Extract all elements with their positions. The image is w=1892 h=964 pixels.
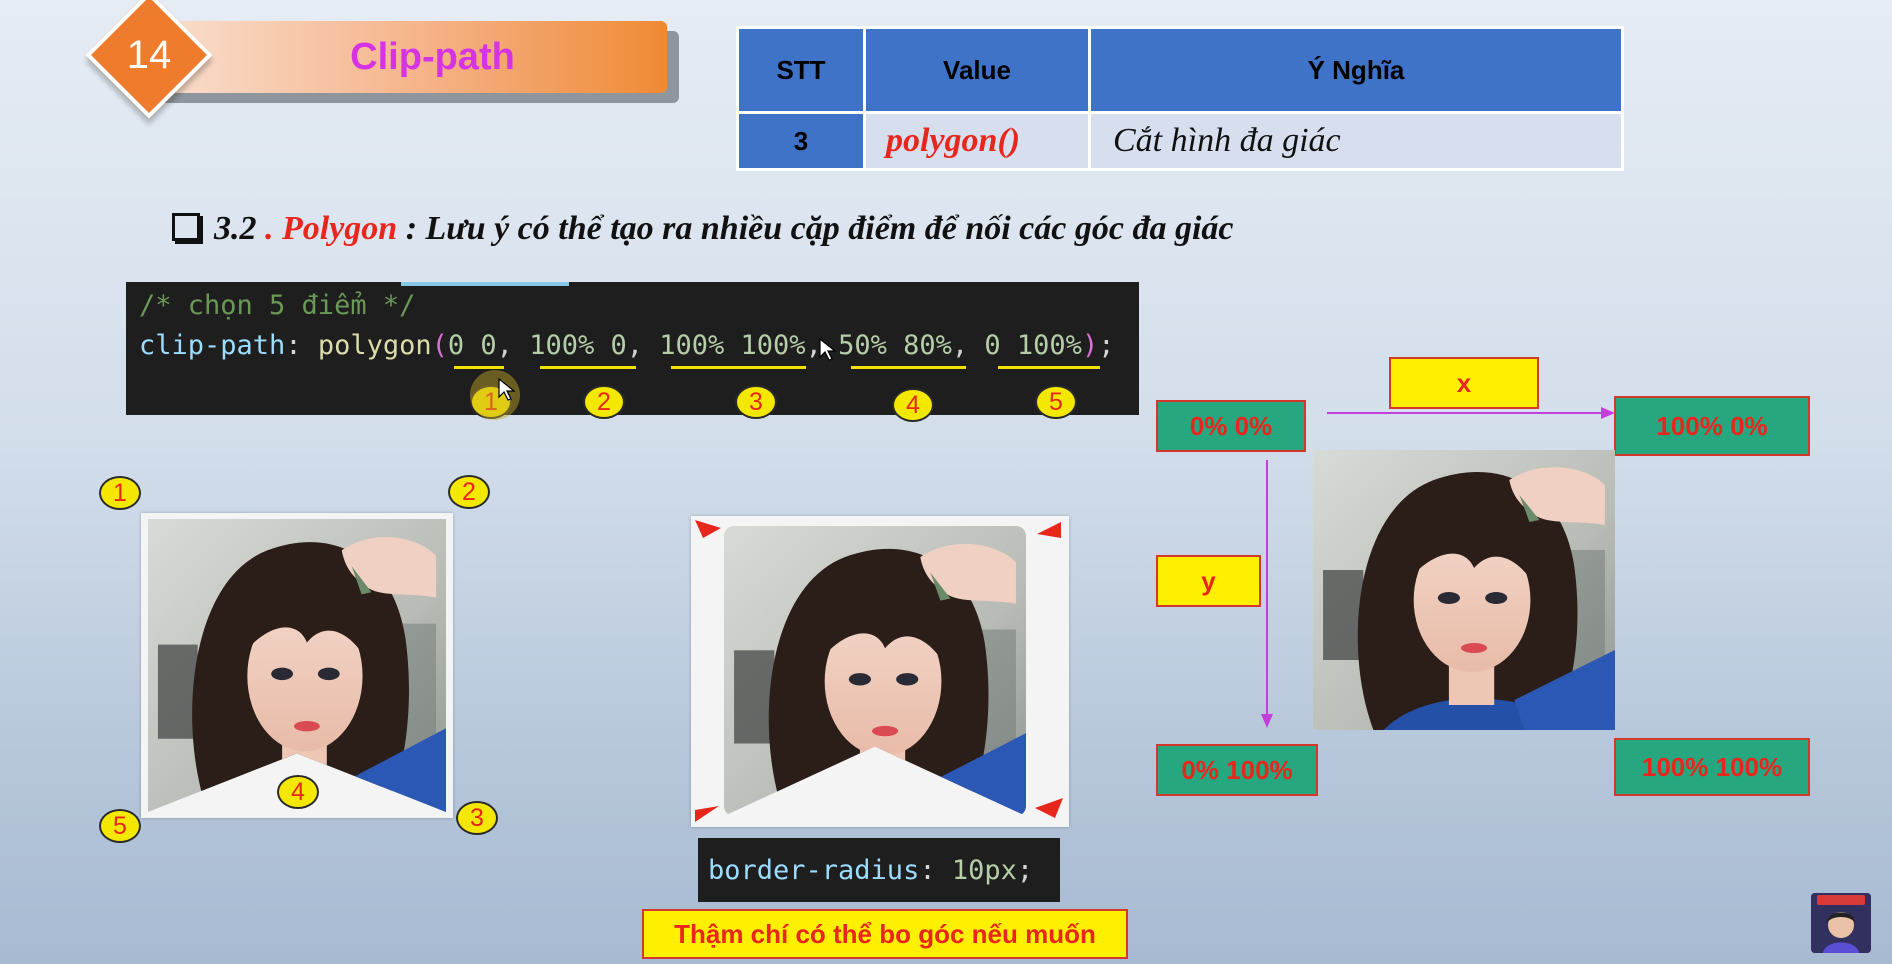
table-cell-stt: 3	[736, 111, 866, 171]
radius-value: 10px	[951, 854, 1017, 886]
code-point-1: 0 0	[447, 330, 497, 361]
table-cell-value: polygon()	[863, 111, 1091, 171]
table-cell-meaning: Cắt hình đa giác	[1088, 111, 1624, 171]
note-dot: .	[265, 210, 274, 247]
table-header-value: Value	[863, 26, 1091, 114]
x-axis-arrow-icon	[1327, 407, 1615, 419]
corner-arrow-top-right-icon	[1037, 522, 1061, 538]
radius-property: border-radius	[708, 854, 920, 886]
code-point-3: 100% 100%	[659, 330, 806, 361]
code-property: clip-path	[139, 330, 286, 361]
corner-label-3: 3	[456, 801, 498, 835]
code-label-3: 3	[735, 385, 777, 419]
border-radius-code: border-radius: 10px;	[698, 838, 1060, 902]
code-comment: /* chọn 5 điểm */	[139, 290, 416, 321]
rounded-corner-caption: Thậm chí có thể bo góc nếu muốn	[642, 909, 1128, 959]
underline-point-3	[671, 366, 806, 369]
code-label-4: 4	[892, 388, 934, 422]
code-label-5: 5	[1035, 385, 1077, 419]
reference-photo	[1313, 450, 1615, 730]
table-row: 3 polygon() Cắt hình đa giác	[736, 111, 1624, 171]
underline-point-2	[540, 366, 636, 369]
rounded-polygon-photo-frame	[691, 516, 1069, 827]
underline-point-4	[851, 366, 966, 369]
polygon-photo-frame	[141, 513, 453, 818]
table-header-row: STT Value Ý Nghĩa	[736, 26, 1624, 114]
corner-arrow-bottom-left-icon	[695, 806, 719, 822]
note-text: : Lưu ý có thể tạo ra nhiều cặp điểm để …	[405, 210, 1234, 247]
polygon-note: 3.2 . Polygon : Lưu ý có thể tạo ra nhiề…	[172, 210, 1234, 248]
lesson-title: Clip-path	[350, 35, 515, 78]
corner-arrow-bottom-right-icon	[1035, 798, 1063, 818]
coord-bottom-left: 0% 100%	[1156, 744, 1318, 796]
code-function: polygon	[317, 330, 432, 361]
code-point-4: 50% 80%	[838, 330, 952, 361]
value-table: STT Value Ý Nghĩa 3 polygon() Cắt hình đ…	[736, 26, 1624, 171]
underline-point-5	[998, 366, 1100, 369]
mouse-cursor-icon	[498, 378, 516, 401]
code-point-5: 0 100%	[984, 330, 1082, 361]
code-block: /* chọn 5 điểm */ clip-path: polygon(0 0…	[126, 282, 1139, 415]
corner-label-4: 4	[277, 775, 319, 809]
table-header-meaning: Ý Nghĩa	[1088, 26, 1624, 114]
underline-point-1	[454, 366, 504, 369]
rounded-polygon-clipped-photo	[724, 526, 1026, 816]
channel-avatar[interactable]	[1811, 893, 1871, 953]
avatar-icon	[1811, 893, 1871, 953]
y-axis-label: y	[1156, 555, 1261, 607]
polygon-clipped-photo	[148, 519, 446, 812]
coord-top-left: 0% 0%	[1156, 400, 1306, 452]
mouse-pointer-icon	[819, 338, 837, 361]
corner-label-1: 1	[99, 476, 141, 510]
coord-top-right: 100% 0%	[1614, 396, 1810, 456]
code-line: clip-path: polygon(0 0, 100% 0, 100% 100…	[139, 330, 1115, 361]
code-point-2: 100% 0	[529, 330, 627, 361]
corner-label-2: 2	[448, 475, 490, 509]
code-scroll-indicator	[401, 282, 569, 286]
corner-arrow-top-left-icon	[695, 520, 721, 538]
code-label-2: 2	[583, 385, 625, 419]
checkbox-bullet-icon	[172, 213, 200, 241]
y-axis-arrow-icon	[1261, 460, 1273, 728]
coord-bottom-right: 100% 100%	[1614, 738, 1810, 796]
table-header-stt: STT	[736, 26, 866, 114]
note-number: 3.2	[214, 210, 257, 247]
note-keyword: Polygon	[282, 210, 398, 247]
corner-label-5: 5	[99, 809, 141, 843]
lesson-number: 14	[126, 32, 172, 77]
